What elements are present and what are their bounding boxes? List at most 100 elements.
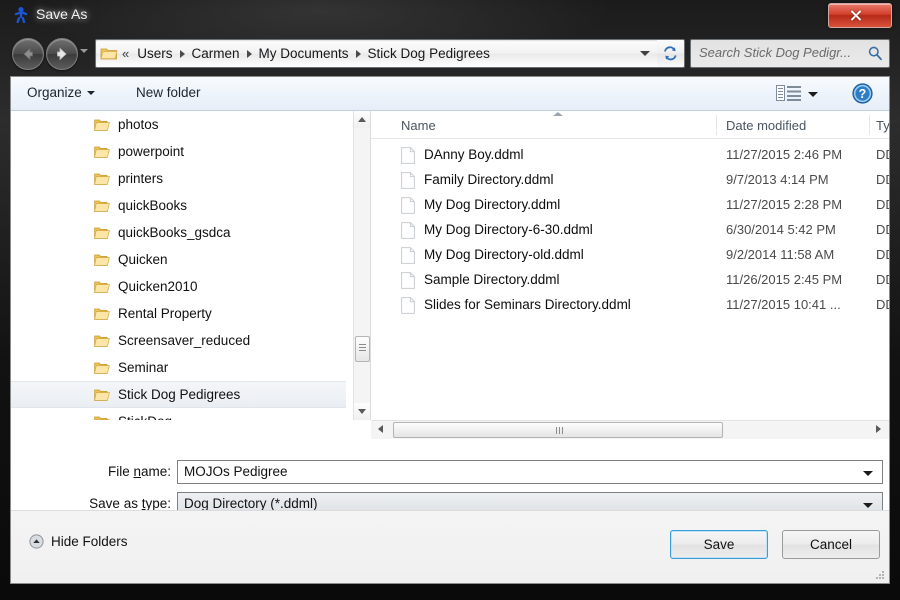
breadcrumb-separator-icon <box>356 50 361 58</box>
tree-item[interactable]: quickBooks <box>11 192 346 219</box>
file-date-cell: 11/27/2015 2:28 PM <box>726 197 842 212</box>
save-button[interactable]: Save <box>670 530 768 559</box>
tree-item[interactable]: Seminar <box>11 354 346 381</box>
file-name-input[interactable]: MOJOs Pedigree <box>177 460 883 484</box>
history-dropdown-icon[interactable] <box>80 49 88 53</box>
file-name-cell: My Dog Directory-6-30.ddml <box>424 222 593 237</box>
file-icon <box>401 297 415 314</box>
tree-vertical-scrollbar[interactable] <box>353 111 370 420</box>
column-divider[interactable] <box>869 115 870 135</box>
list-view-icon[interactable] <box>776 84 802 108</box>
back-button[interactable] <box>12 38 44 70</box>
folder-icon <box>94 253 110 267</box>
file-date-cell: 9/7/2013 4:14 PM <box>726 172 829 187</box>
stick-figure-icon <box>12 6 30 24</box>
scroll-down-arrow-icon[interactable] <box>354 403 371 420</box>
file-icon <box>401 222 415 239</box>
address-bar[interactable]: « Users Carmen My Documents Stick Dog Pe… <box>95 39 659 68</box>
file-name-cell: My Dog Directory-old.ddml <box>424 247 584 262</box>
organize-label: Organize <box>27 85 82 100</box>
folder-icon <box>94 145 110 159</box>
save-as-type-dropdown-icon[interactable] <box>863 503 873 508</box>
refresh-button[interactable] <box>657 39 685 68</box>
file-date-cell: 11/27/2015 10:41 ... <box>726 297 841 312</box>
search-input[interactable]: Search Stick Dog Pedigr... <box>690 39 890 68</box>
column-header-date-modified[interactable]: Date modified <box>726 118 806 133</box>
file-list-row[interactable]: My Dog Directory-old.ddml 9/2/2014 11:58 … <box>371 243 889 268</box>
file-list-row[interactable]: My Dog Directory.ddml11/27/2015 2:28 PMD… <box>371 193 889 218</box>
file-date-cell: 9/2/2014 11:58 AM <box>726 247 834 262</box>
file-name-cell: Sample Directory.ddml <box>424 272 560 287</box>
column-header-name[interactable]: Name <box>401 118 436 133</box>
dialog-client-area: Organize New folder <box>10 76 890 584</box>
tree-item[interactable]: Quicken2010 <box>11 273 346 300</box>
hide-folders-label: Hide Folders <box>51 534 128 549</box>
breadcrumb-overflow-icon[interactable]: « <box>120 47 135 60</box>
file-name-cell: My Dog Directory.ddml <box>424 197 560 212</box>
file-name-cell: Family Directory.ddml <box>424 172 554 187</box>
tree-scrollbar-thumb[interactable] <box>355 336 370 362</box>
organize-menu-button[interactable]: Organize <box>27 85 95 100</box>
file-icon <box>401 172 415 189</box>
file-date-cell: 11/27/2015 2:46 PM <box>726 147 842 162</box>
new-folder-button[interactable]: New folder <box>136 85 201 100</box>
tree-item[interactable]: Quicken <box>11 246 346 273</box>
close-button[interactable] <box>828 3 892 28</box>
file-name-dropdown-icon[interactable] <box>863 471 873 476</box>
file-list-row[interactable]: Family Directory.ddml9/7/2013 4:14 PMDD <box>371 168 889 193</box>
file-icon <box>401 247 415 264</box>
forward-button[interactable] <box>46 38 78 70</box>
breadcrumb-users[interactable]: Users <box>135 46 174 61</box>
file-list-row[interactable]: Slides for Seminars Directory.ddml11/27/… <box>371 293 889 318</box>
breadcrumb-separator-icon <box>247 50 252 58</box>
save-as-dialog-window: Save As « Users Carmen <box>0 0 900 600</box>
breadcrumb-stick-dog-pedigrees[interactable]: Stick Dog Pedigrees <box>366 46 492 61</box>
help-question-icon[interactable]: ? <box>852 83 873 104</box>
file-list-horizontal-scrollbar[interactable] <box>371 420 889 439</box>
file-list-column-headers: Name Date modified Typ <box>371 111 889 139</box>
tree-item[interactable]: powerpoint <box>11 138 346 165</box>
search-icon <box>867 45 883 66</box>
file-type-cell: DD <box>876 297 889 312</box>
title-bar: Save As <box>0 0 900 32</box>
scroll-right-arrow-icon[interactable] <box>870 421 887 439</box>
tree-item[interactable]: Screensaver_reduced <box>11 327 346 354</box>
tree-item-label: Seminar <box>118 360 168 375</box>
command-bar: Organize New folder <box>11 77 889 111</box>
column-header-type[interactable]: Typ <box>876 118 889 133</box>
folder-icon <box>94 388 110 402</box>
tree-item[interactable]: printers <box>11 165 346 192</box>
tree-item-selected[interactable]: Stick Dog Pedigrees <box>11 381 346 408</box>
breadcrumb-carmen[interactable]: Carmen <box>190 46 242 61</box>
hide-folders-button[interactable]: Hide Folders <box>29 534 128 549</box>
cancel-button[interactable]: Cancel <box>782 530 880 559</box>
folder-icon <box>94 334 110 348</box>
tree-item[interactable]: StickDog <box>11 408 346 420</box>
folder-tree: photospowerpointprinters quickBooks quickB… <box>11 111 346 420</box>
tree-item-label: Screensaver_reduced <box>118 333 250 348</box>
file-list-scrollbar-thumb[interactable] <box>393 422 723 438</box>
resize-grip-icon[interactable] <box>873 568 885 580</box>
view-options-dropdown-icon[interactable] <box>808 92 818 97</box>
tree-item-label: Quicken <box>118 252 168 267</box>
folder-icon <box>94 199 110 213</box>
navigation-bar: « Users Carmen My Documents Stick Dog Pe… <box>0 32 900 76</box>
tree-item[interactable]: quickBooks_gsdca <box>11 219 346 246</box>
folder-icon <box>94 415 110 421</box>
tree-item-label: quickBooks <box>118 198 187 213</box>
file-list-row[interactable]: My Dog Directory-6-30.ddml6/30/2014 5:42… <box>371 218 889 243</box>
tree-item[interactable]: photos <box>11 111 346 138</box>
tree-item[interactable]: Rental Property <box>11 300 346 327</box>
scroll-left-arrow-icon[interactable] <box>373 421 390 439</box>
column-divider[interactable] <box>716 115 717 135</box>
address-dropdown-icon[interactable] <box>640 51 650 56</box>
svg-text:?: ? <box>859 87 867 101</box>
file-date-cell: 11/26/2015 2:45 PM <box>726 272 842 287</box>
breadcrumb-my-documents[interactable]: My Documents <box>257 46 351 61</box>
file-list-row[interactable]: Sample Directory.ddml 11/26/2015 2:45 PM D… <box>371 268 889 293</box>
window-title: Save As <box>36 6 87 22</box>
folder-icon <box>100 46 118 61</box>
file-type-cell: DD <box>876 272 889 287</box>
file-list-row[interactable]: DAnny Boy.ddml11/27/2015 2:46 PMDD <box>371 143 889 168</box>
scroll-up-arrow-icon[interactable] <box>354 111 371 128</box>
